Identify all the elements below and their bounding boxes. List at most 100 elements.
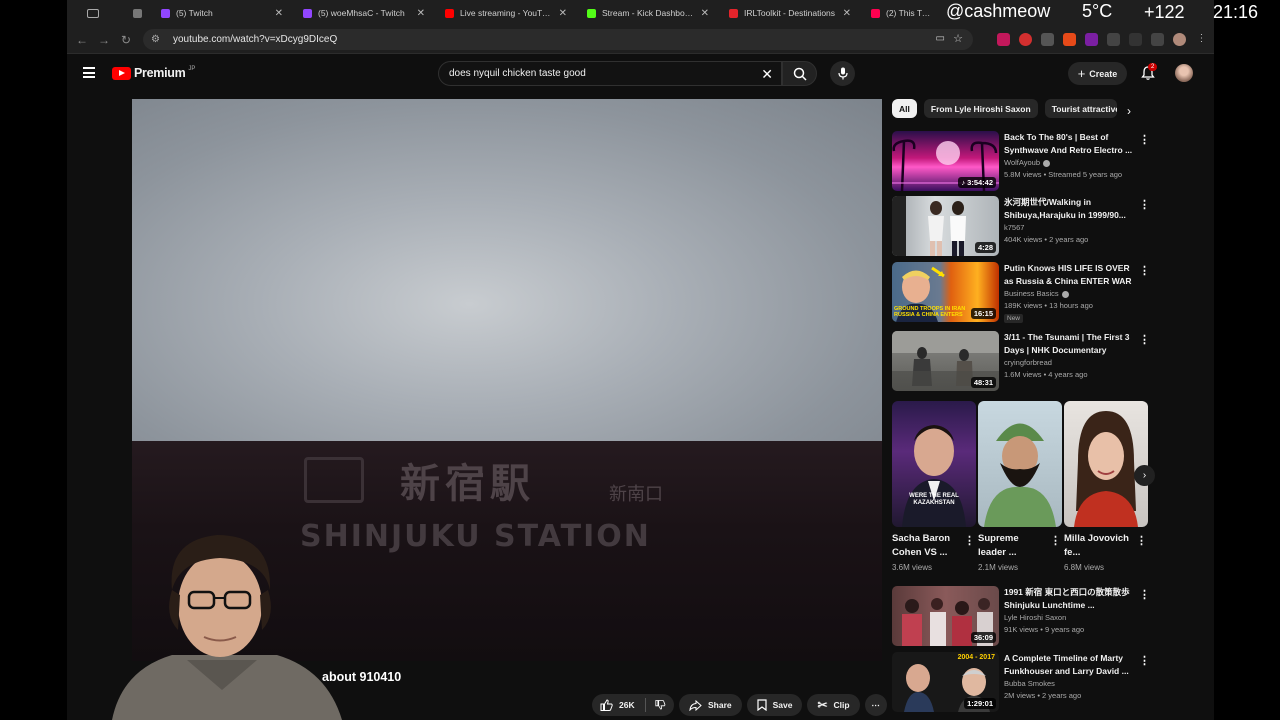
video-title[interactable]: 1991 新宿 東口と西口の散策散歩 Shinjuku Lunchtime ..… — [1004, 586, 1134, 611]
tab-close-icon[interactable]: ✕ — [275, 8, 283, 19]
browser-menu-icon[interactable]: ⋮ — [1195, 33, 1208, 46]
account-avatar[interactable] — [1175, 64, 1193, 82]
short-title[interactable]: Milla Jovovich fe... — [1064, 532, 1134, 559]
chip-all[interactable]: All — [892, 99, 917, 118]
extension-icon[interactable] — [1085, 33, 1098, 46]
video-thumbnail[interactable]: ♪ 3:54:42 — [892, 131, 999, 191]
recommendation-item[interactable]: 4:28 氷河期世代/Walking in Shibuya,Harajuku i… — [892, 196, 1182, 256]
channel-name[interactable]: WolfAyoub — [1004, 158, 1050, 167]
browser-window: (5) Twitch ✕ (5) woeMhsaC - Twitch ✕ Liv… — [67, 0, 1214, 720]
create-label: Create — [1089, 68, 1118, 79]
tab-close-icon[interactable]: ✕ — [843, 8, 851, 19]
video-thumbnail[interactable]: 2004 - 2017 1:29:01 — [892, 652, 999, 712]
tab-youtube-studio[interactable]: Live streaming - YouTube S ✕ — [435, 2, 577, 24]
search-button[interactable] — [782, 61, 817, 86]
youtube-premium-logo[interactable]: Premium JP — [112, 66, 195, 80]
back-button[interactable]: ← — [71, 29, 93, 51]
more-vertical-icon[interactable]: ⋮ — [1139, 133, 1150, 146]
short-title[interactable]: Supreme leader ... — [978, 532, 1048, 559]
video-title[interactable]: Putin Knows HIS LIFE IS OVER as Russia &… — [1004, 262, 1134, 287]
short-thumbnail[interactable]: WERE THE REAL KAZAKHSTAN — [892, 401, 976, 527]
video-title[interactable]: 氷河期世代/Walking in Shibuya,Harajuku in 199… — [1004, 196, 1134, 221]
recommendation-item[interactable]: GROUND TROOPS IN IRAN RUSSIA & CHINA ENT… — [892, 262, 1182, 323]
share-arrow-icon — [689, 699, 702, 711]
tab-kick[interactable]: Stream - Kick Dashboard ✕ — [577, 2, 719, 24]
chevron-right-icon[interactable]: › — [1127, 104, 1131, 118]
channel-name[interactable]: Bubba Smokes — [1004, 679, 1055, 688]
forward-button[interactable]: → — [93, 29, 115, 51]
tab-close-icon[interactable]: ✕ — [701, 8, 709, 19]
shorts-next-button[interactable]: › — [1134, 465, 1155, 486]
short-caption: WERE THE REAL KAZAKHSTAN — [909, 493, 959, 506]
short-item[interactable]: WERE THE REAL KAZAKHSTAN Sacha Baron Coh… — [892, 401, 976, 572]
save-button[interactable]: Save — [746, 694, 803, 716]
clear-search-icon[interactable]: ✕ — [761, 66, 773, 83]
tab-twitch-channel[interactable]: (5) woeMhsaC - Twitch ✕ — [293, 2, 435, 24]
video-title[interactable]: A Complete Timeline of Marty Funkhouser … — [1004, 652, 1134, 677]
tab-title: IRLToolkit - Destinations — [744, 8, 836, 18]
recommendation-item[interactable]: ♪ 3:54:42 Back To The 80's | Best of Syn… — [892, 131, 1182, 191]
chip-tourist[interactable]: Tourist attractive — [1044, 99, 1117, 118]
video-thumbnail[interactable]: 36:09 — [892, 586, 999, 646]
clip-button[interactable]: ✂ Clip — [807, 694, 860, 716]
reload-button[interactable]: ↻ — [115, 29, 137, 51]
tab-tiktok[interactable]: (2) This TikTok Cha — [861, 2, 941, 24]
voice-search-button[interactable] — [830, 61, 855, 86]
menu-icon[interactable] — [83, 67, 95, 78]
tab-overview-button[interactable] — [73, 3, 125, 23]
tab-twitch[interactable]: (5) Twitch ✕ — [151, 2, 293, 24]
extension-icon[interactable] — [1129, 33, 1142, 46]
short-thumbnail[interactable] — [978, 401, 1062, 527]
url-field[interactable]: ⚙ youtube.com/watch?v=xDcyg9DIceQ ▭ ☆ — [143, 29, 973, 50]
video-title[interactable]: Back To The 80's | Best of Synthwave And… — [1004, 131, 1134, 156]
thumbnail-caption: GROUND TROOPS IN IRAN RUSSIA & CHINA ENT… — [894, 306, 966, 318]
short-title[interactable]: Sacha Baron Cohen VS ... — [892, 532, 962, 559]
more-vertical-icon[interactable]: ⋮ — [964, 534, 975, 547]
tab-pinned[interactable] — [125, 2, 151, 24]
cast-icon[interactable]: ▭ — [936, 33, 945, 44]
bookmark-star-icon[interactable]: ☆ — [953, 32, 963, 45]
more-vertical-icon[interactable]: ⋮ — [1136, 534, 1147, 547]
video-thumbnail[interactable]: 4:28 — [892, 196, 999, 256]
share-button[interactable]: Share — [679, 694, 742, 716]
create-button[interactable]: + Create — [1068, 62, 1127, 85]
video-thumbnail[interactable]: GROUND TROOPS IN IRAN RUSSIA & CHINA ENT… — [892, 262, 999, 322]
extension-icon[interactable] — [1041, 33, 1054, 46]
recommendation-item[interactable]: 2004 - 2017 1:29:01 A Complete Timeline … — [892, 652, 1182, 712]
more-vertical-icon[interactable]: ⋮ — [1139, 654, 1150, 667]
extension-icon[interactable] — [1063, 33, 1076, 46]
more-actions-button[interactable]: ⋯ — [864, 694, 887, 716]
video-title[interactable]: 3/11 - The Tsunami | The First 3 Days | … — [1004, 331, 1134, 356]
more-vertical-icon[interactable]: ⋮ — [1139, 588, 1150, 601]
more-vertical-icon[interactable]: ⋮ — [1050, 534, 1061, 547]
recommendation-item[interactable]: 48:31 3/11 - The Tsunami | The First 3 D… — [892, 331, 1182, 391]
channel-name[interactable]: Business Basics — [1004, 289, 1069, 298]
more-vertical-icon[interactable]: ⋮ — [1139, 333, 1150, 346]
chip-from-channel[interactable]: From Lyle Hiroshi Saxon — [923, 99, 1038, 118]
short-item[interactable]: Milla Jovovich fe... 6.8M views ⋮ — [1064, 401, 1148, 572]
more-vertical-icon[interactable]: ⋮ — [1139, 264, 1150, 277]
recommendation-item[interactable]: 36:09 1991 新宿 東口と西口の散策散歩 Shinjuku Luncht… — [892, 586, 1182, 646]
channel-name[interactable]: cryingforbread — [1004, 358, 1052, 367]
tab-close-icon[interactable]: ✕ — [559, 8, 567, 19]
tab-irltoolkit[interactable]: IRLToolkit - Destinations ✕ — [719, 2, 861, 24]
short-item[interactable]: Supreme leader ... 2.1M views ⋮ — [978, 401, 1062, 572]
extension-icon[interactable] — [997, 33, 1010, 46]
channel-name[interactable]: k7567 — [1004, 223, 1024, 232]
extensions-puzzle-icon[interactable] — [1107, 33, 1120, 46]
extension-icon[interactable] — [1019, 33, 1032, 46]
thumbs-down-icon[interactable] — [655, 699, 666, 711]
channel-name[interactable]: Lyle Hiroshi Saxon — [1004, 613, 1066, 622]
like-button[interactable]: 26K — [600, 699, 635, 711]
search-input[interactable]: does nyquil chicken taste good ✕ — [438, 61, 782, 86]
video-meta: 2M views • 2 years ago — [1004, 691, 1082, 700]
profile-avatar-icon[interactable] — [1173, 33, 1186, 46]
more-vertical-icon[interactable]: ⋮ — [1139, 198, 1150, 211]
url-text: youtube.com/watch?v=xDcyg9DIceQ — [173, 34, 338, 45]
plus-icon: + — [1077, 66, 1086, 81]
save-bookmark-icon — [757, 699, 767, 711]
short-thumbnail[interactable] — [1064, 401, 1148, 527]
sidebar-icon[interactable] — [1151, 33, 1164, 46]
tab-close-icon[interactable]: ✕ — [417, 8, 425, 19]
video-thumbnail[interactable]: 48:31 — [892, 331, 999, 391]
